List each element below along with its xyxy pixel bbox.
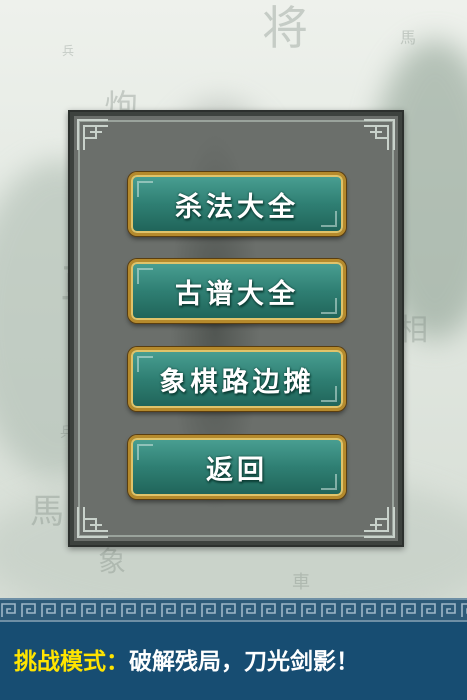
bg-char-jiang: 将 bbox=[262, 1, 308, 55]
banner-title: 挑战模式： bbox=[14, 649, 129, 675]
corner-ornament-icon bbox=[77, 507, 108, 538]
corner-ornament-icon bbox=[364, 119, 395, 150]
ancient-manuals-label: 古谱大全 bbox=[175, 278, 299, 310]
scroll-ornament-icon bbox=[321, 298, 337, 314]
scroll-ornament-icon bbox=[137, 268, 153, 284]
ancient-manuals-button[interactable]: 古谱大全 bbox=[128, 259, 346, 323]
back-label: 返回 bbox=[206, 454, 268, 486]
fret-border bbox=[0, 598, 467, 622]
kill-techniques-button[interactable]: 杀法大全 bbox=[128, 172, 346, 236]
bg-char-ju-2: 車 bbox=[292, 572, 310, 593]
bg-char-ma: 馬 bbox=[400, 28, 417, 47]
corner-ornament-icon bbox=[77, 119, 108, 150]
street-chess-label: 象棋路边摊 bbox=[159, 366, 315, 398]
kill-techniques-label: 杀法大全 bbox=[175, 191, 299, 223]
scroll-ornament-icon bbox=[137, 356, 153, 372]
scroll-ornament-icon bbox=[321, 474, 337, 490]
bg-char-ma-3: 馬 bbox=[30, 492, 64, 532]
street-chess-button[interactable]: 象棋路边摊 bbox=[128, 347, 346, 411]
scroll-ornament-icon bbox=[137, 444, 153, 460]
scroll-ornament-icon bbox=[321, 211, 337, 227]
scroll-ornament-icon bbox=[137, 181, 153, 197]
meander-pattern-icon bbox=[0, 600, 467, 620]
scroll-ornament-icon bbox=[321, 386, 337, 402]
back-button[interactable]: 返回 bbox=[128, 435, 346, 499]
banner-description: 破解残局，刀光剑影！ bbox=[129, 649, 359, 675]
banner-text: 挑战模式：破解残局，刀光剑影！ bbox=[14, 642, 359, 676]
bg-char-bing: 兵 bbox=[62, 44, 75, 58]
corner-ornament-icon bbox=[364, 507, 395, 538]
